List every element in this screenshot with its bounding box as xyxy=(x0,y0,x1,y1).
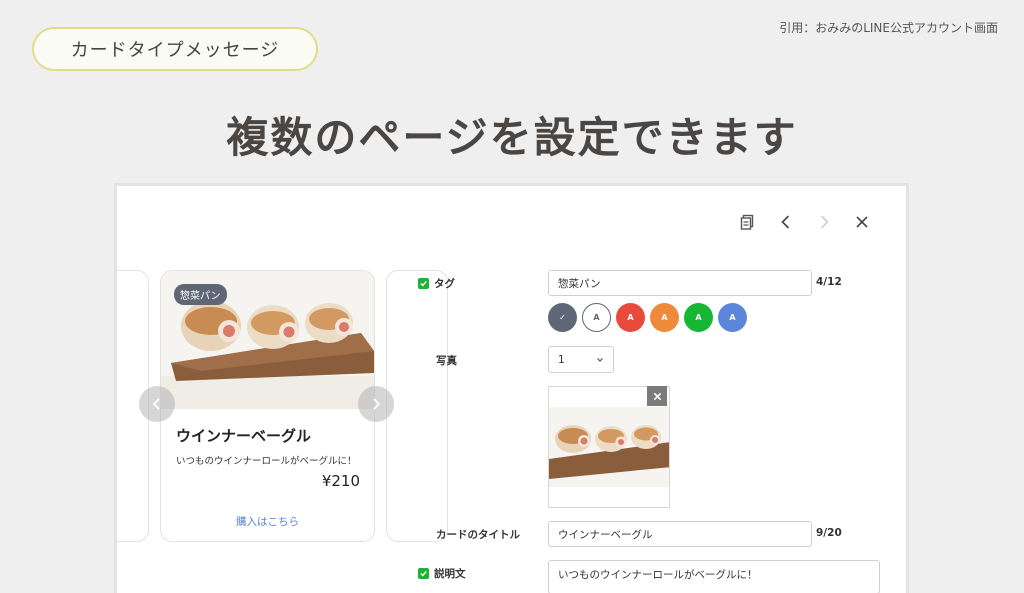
chevron-down-icon xyxy=(597,357,603,362)
tag-color-swatches: ✓ A A A A A xyxy=(548,303,747,332)
close-icon xyxy=(856,216,868,228)
swatch-green[interactable]: A xyxy=(684,303,713,332)
checkmark-icon xyxy=(420,571,427,577)
card-photo: 惣菜パン xyxy=(161,271,374,409)
card-tag-badge: 惣菜パン xyxy=(174,284,227,305)
page-headline: 複数のページを設定できます xyxy=(226,113,798,162)
card-price: ¥210 xyxy=(321,472,360,490)
tag-input[interactable]: 惣菜パン xyxy=(548,270,812,296)
tag-input-value: 惣菜パン xyxy=(558,277,601,290)
panel-toolbar xyxy=(740,214,870,230)
photo-count-value: 1 xyxy=(558,353,565,366)
title-field-label: カードのタイトル xyxy=(436,527,520,542)
desc-label-text: 説明文 xyxy=(434,568,466,580)
title-input[interactable]: ウインナーベーグル xyxy=(548,521,812,547)
photo-field-label: 写真 xyxy=(436,353,457,368)
remove-photo-button[interactable] xyxy=(647,386,667,406)
chevron-left-icon xyxy=(152,398,160,410)
tag-char-count: 4/12 xyxy=(816,276,842,288)
swatch-green-letter: A xyxy=(695,313,702,322)
copy-icon xyxy=(740,214,754,230)
swatch-orange[interactable]: A xyxy=(650,303,679,332)
close-panel-button[interactable] xyxy=(854,214,870,230)
tag-label-text: タグ xyxy=(434,278,455,290)
citation-text: 引用：おみみのLINE公式アカウント画面 xyxy=(779,21,998,35)
swatch-blue-letter: A xyxy=(729,313,736,322)
previous-card-button[interactable] xyxy=(778,214,794,230)
swatch-white-letter: A xyxy=(593,313,600,322)
title-char-count: 9/20 xyxy=(816,527,842,539)
chevron-left-icon xyxy=(781,215,790,229)
swatch-slate[interactable]: ✓ xyxy=(548,303,577,332)
swatch-blue[interactable]: A xyxy=(718,303,747,332)
checkmark-icon xyxy=(420,281,427,287)
photo-count-select[interactable]: 1 xyxy=(548,346,614,373)
swatch-orange-letter: A xyxy=(661,313,668,322)
next-card-preview[interactable] xyxy=(386,270,448,542)
tag-checkbox[interactable] xyxy=(418,278,429,289)
swatch-white[interactable]: A xyxy=(582,303,611,332)
close-icon xyxy=(653,392,661,400)
title-label-text: カードのタイトル xyxy=(436,529,520,541)
card-preview: 惣菜パン ウインナーベーグル いつものウインナーロールがベーグルに！ ¥210 … xyxy=(160,270,375,542)
title-input-value: ウインナーベーグル xyxy=(558,528,653,541)
carousel-next-button[interactable] xyxy=(358,386,394,422)
section-pill: カードタイプメッセージ xyxy=(32,27,318,71)
chevron-right-icon xyxy=(373,398,381,410)
card-description: いつものウインナーロールがベーグルに！ xyxy=(176,456,357,467)
chevron-right-icon xyxy=(820,215,829,229)
swatch-slate-mark: ✓ xyxy=(559,313,566,322)
swatch-red-letter: A xyxy=(627,313,634,322)
tag-field-label: タグ xyxy=(418,276,455,291)
description-value: いつものウインナーロールがベーグルに！ xyxy=(558,569,758,581)
desc-field-label: 説明文 xyxy=(418,566,466,581)
card-action-link[interactable]: 購入はこちら xyxy=(161,514,374,529)
swatch-red[interactable]: A xyxy=(616,303,645,332)
copy-button[interactable] xyxy=(740,214,756,230)
carousel-prev-button[interactable] xyxy=(139,386,175,422)
desc-checkbox[interactable] xyxy=(418,568,429,579)
card-editor-panel: 惣菜パン ウインナーベーグル いつものウインナーロールがベーグルに！ ¥210 … xyxy=(114,183,909,593)
description-textarea[interactable]: いつものウインナーロールがベーグルに！ xyxy=(548,560,880,593)
next-card-button[interactable] xyxy=(816,214,832,230)
section-pill-label: カードタイプメッセージ xyxy=(70,40,280,61)
card-title: ウインナーベーグル xyxy=(176,427,312,445)
photo-label-text: 写真 xyxy=(436,355,457,367)
